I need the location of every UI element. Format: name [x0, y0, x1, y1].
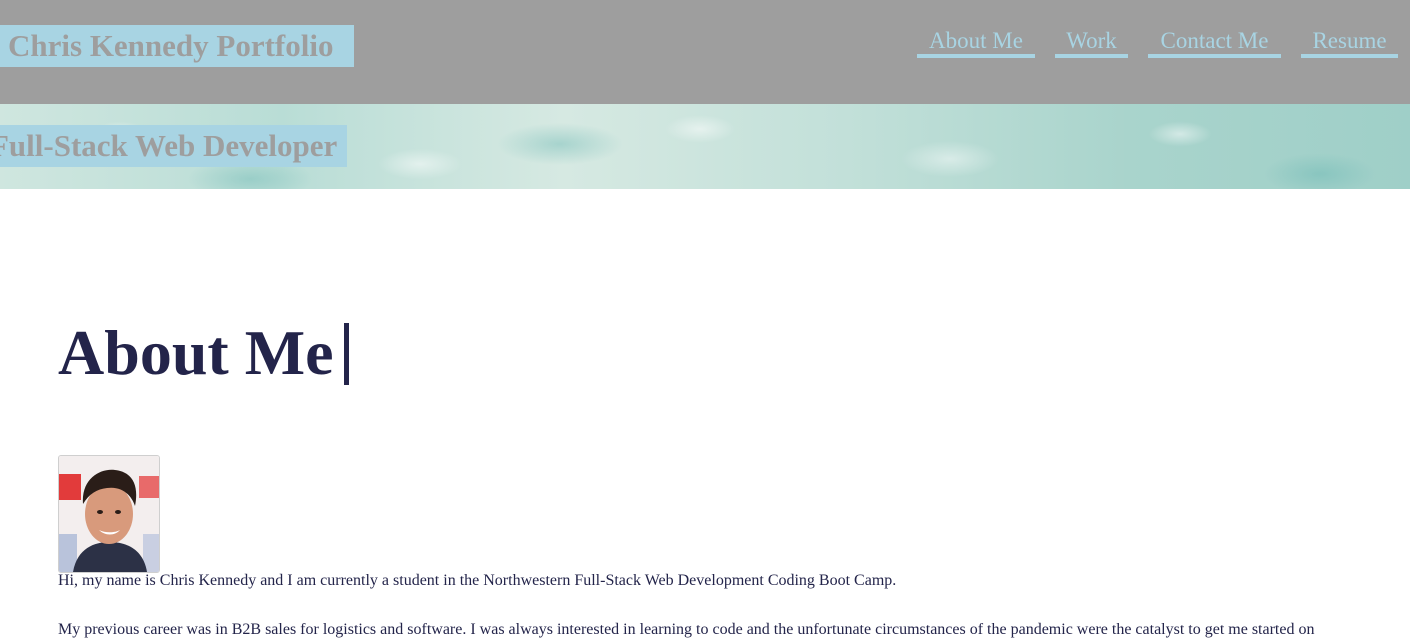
- hero-banner: Full-Stack Web Developer: [0, 104, 1410, 189]
- nav-work[interactable]: Work: [1055, 26, 1128, 58]
- bio-paragraph-2: My previous career was in B2B sales for …: [58, 621, 1315, 638]
- heading-cursor: [344, 323, 349, 385]
- bio-paragraph-1: Hi, my name is Chris Kennedy and I am cu…: [58, 572, 897, 589]
- hero-subtitle: Full-Stack Web Developer: [0, 125, 347, 167]
- site-header: Chris Kennedy Portfolio About Me Work Co…: [0, 0, 1410, 104]
- profile-photo: [58, 455, 160, 573]
- profile-photo-graphic: [59, 456, 159, 572]
- nav-contact-me[interactable]: Contact Me: [1148, 26, 1281, 58]
- nav-resume[interactable]: Resume: [1301, 26, 1398, 58]
- nav-about-me[interactable]: About Me: [917, 26, 1035, 58]
- site-title[interactable]: Chris Kennedy Portfolio: [0, 25, 354, 67]
- about-heading: About Me: [58, 317, 334, 388]
